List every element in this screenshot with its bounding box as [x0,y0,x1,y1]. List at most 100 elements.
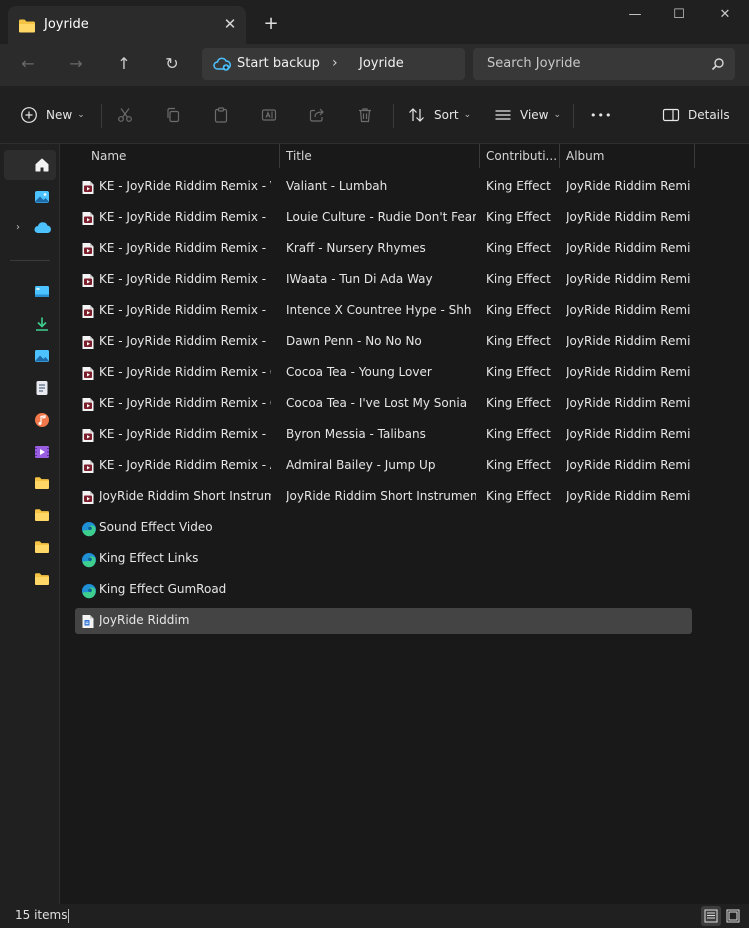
file-row[interactable]: KE - JoyRide Riddim Remix - In... Intence… [75,298,692,324]
tiles-view-button[interactable] [723,906,743,926]
search-box[interactable]: Search Joyride [473,48,735,80]
paste-button[interactable] [208,102,234,128]
back-button[interactable]: ← [14,50,42,78]
file-row[interactable]: KE - JoyRide Riddim Remix - Va... Valiant… [75,174,692,200]
more-options-button[interactable]: ••• [590,102,612,128]
sidebar-item-onedrive[interactable]: › [4,214,56,244]
new-button[interactable]: New ⌄ [20,102,85,128]
sidebar-item-home[interactable] [4,150,56,180]
home-icon [34,157,50,176]
sidebar-item-gallery[interactable] [4,182,56,212]
file-name: JoyRide Riddim Short Instrume... [99,489,271,503]
new-tab-button[interactable]: + [258,12,284,38]
breadcrumb-joyride[interactable]: Joyride [359,56,404,71]
file-row[interactable]: Sound Effect Video [75,515,692,541]
address-bar[interactable]: Start backup › Joyride [202,48,465,80]
up-button[interactable]: ↑ [110,50,138,78]
item-count: 15 items [15,908,68,922]
delete-button[interactable] [352,102,378,128]
audio-file-icon [81,211,95,229]
maximize-button[interactable]: ☐ [664,4,694,28]
view-button[interactable]: View ⌄ [494,102,561,128]
file-row[interactable]: KE - JoyRide Riddim Remix - L... Louie Cu… [75,205,692,231]
plus-circle-icon [21,107,37,123]
refresh-button[interactable]: ↻ [158,50,186,78]
file-name: King Effect Links [99,551,199,565]
file-title: IWaata - Tun Di Ada Way [286,272,433,286]
sidebar-item-folder-1[interactable] [4,469,56,499]
cut-button[interactable] [112,102,138,128]
column-header-album[interactable]: Album [566,144,604,168]
tab-joyride[interactable]: Joyride ✕ [8,6,246,44]
file-contributing-artists: King Effect [486,365,551,379]
title-bar: Joyride ✕ + — ☐ ✕ [0,0,749,44]
sidebar-item-downloads[interactable] [4,309,56,339]
desktop-icon [34,284,50,303]
sort-button[interactable]: Sort ⌄ [408,102,471,128]
search-input[interactable]: Search Joyride [487,56,580,71]
sidebar-item-videos[interactable] [4,437,56,467]
sidebar-item-folder-2[interactable] [4,501,56,531]
documents-icon [34,380,50,399]
breadcrumb-start-backup[interactable]: Start backup [237,56,320,71]
close-window-button[interactable]: ✕ [710,4,740,28]
column-divider[interactable] [694,144,695,168]
file-row[interactable]: KE - JoyRide Riddim Remix - I... IWaata -… [75,267,692,293]
file-name: KE - JoyRide Riddim Remix - C... [99,365,271,379]
column-header-name[interactable]: Name [91,144,126,168]
file-row[interactable]: JoyRide Riddim [75,608,692,634]
folder-icon [34,508,50,525]
copy-button[interactable] [160,102,186,128]
downloads-icon [34,316,50,335]
file-row[interactable]: KE - JoyRide Riddim Remix - C... Cocoa Te… [75,391,692,417]
column-divider[interactable] [279,144,280,168]
copy-icon [167,107,180,123]
file-name: KE - JoyRide Riddim Remix - C... [99,396,271,410]
sort-icon [409,108,424,122]
sidebar-item-pictures[interactable] [4,341,56,371]
music-icon [34,412,50,431]
chevron-right-icon[interactable]: › [332,55,338,71]
file-name: KE - JoyRide Riddim Remix - Kr... [99,241,271,255]
minimize-button[interactable]: — [620,4,650,28]
file-title: Valiant - Lumbah [286,179,388,193]
folder-icon [34,540,50,557]
search-icon [711,57,725,74]
forward-button[interactable]: → [62,50,90,78]
sidebar-item-desktop[interactable] [4,277,56,307]
file-row[interactable]: King Effect Links [75,546,692,572]
toolbar-divider [393,104,394,128]
details-view-button[interactable] [701,906,721,926]
file-title: Kraff - Nursery Rhymes [286,241,426,255]
new-label: New [46,108,73,122]
column-divider[interactable] [479,144,480,168]
column-header-contributing-artists[interactable]: Contributi... [486,144,557,168]
file-row[interactable]: JoyRide Riddim Short Instrume... JoyRide … [75,484,692,510]
file-title: Byron Messia - Talibans [286,427,426,441]
audio-file-icon [81,428,95,446]
file-row[interactable]: KE - JoyRide Riddim Remix - A... Admiral … [75,453,692,479]
share-button[interactable] [304,102,330,128]
file-row[interactable]: KE - JoyRide Riddim Remix - C... Cocoa Te… [75,360,692,386]
file-contributing-artists: King Effect [486,272,551,286]
rename-button[interactable] [256,102,282,128]
sidebar-item-folder-4[interactable] [4,565,56,595]
sidebar-item-documents[interactable] [4,373,56,403]
sidebar-item-folder-3[interactable] [4,533,56,563]
file-row[interactable]: KE - JoyRide Riddim Remix - D... Dawn Pen… [75,329,692,355]
toolbar-divider [573,104,574,128]
status-divider [68,909,69,923]
sidebar-item-music[interactable] [4,405,56,435]
column-header-title[interactable]: Title [286,144,312,168]
audio-file-icon [81,366,95,384]
details-pane-button[interactable]: Details [662,102,730,128]
close-tab-icon[interactable]: ✕ [218,12,242,36]
file-contributing-artists: King Effect [486,179,551,193]
expand-chevron-icon[interactable]: › [16,222,20,233]
audio-file-icon [81,180,95,198]
column-divider[interactable] [559,144,560,168]
file-row[interactable]: KE - JoyRide Riddim Remix - Kr... Kraff -… [75,236,692,262]
file-name: JoyRide Riddim [99,613,190,627]
file-row[interactable]: KE - JoyRide Riddim Remix - B... Byron Me… [75,422,692,448]
file-row[interactable]: King Effect GumRoad [75,577,692,603]
